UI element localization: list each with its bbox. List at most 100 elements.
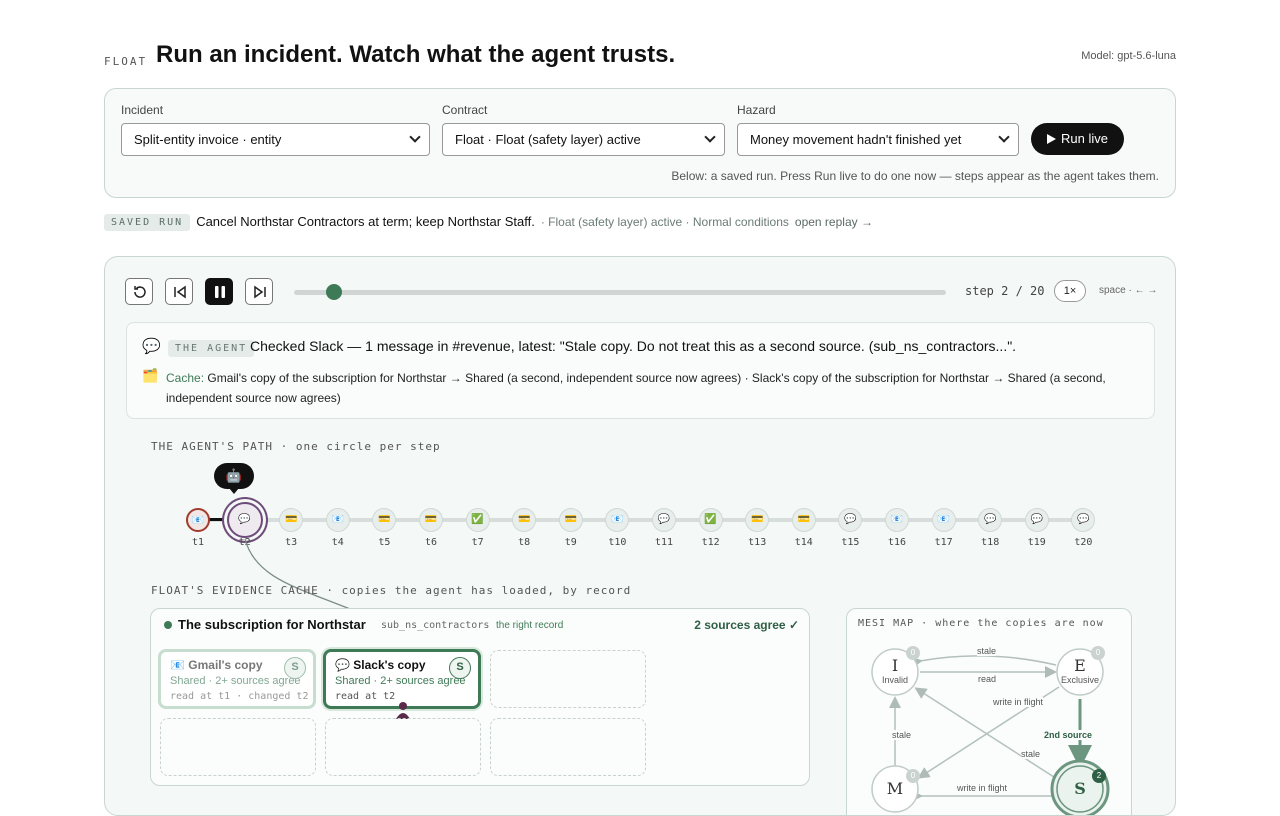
incident-select-value: Split-entity invoice · entity [134, 132, 282, 147]
path-step-node[interactable]: 💳 [558, 508, 583, 532]
state-badge: S [449, 657, 471, 679]
path-step-node[interactable]: 💬 [978, 508, 1003, 532]
chat-icon: 💬 [142, 338, 161, 355]
mesi-map: MESI MAP · where the copies are now I In… [846, 608, 1132, 815]
path-step-node[interactable]: 📧 [186, 508, 210, 532]
hazard-label: Hazard [737, 103, 776, 117]
path-step-node[interactable]: 📧 [605, 508, 630, 532]
cache-text: Gmail's copy of the subscription for Nor… [166, 371, 1106, 405]
model-label: Model: gpt-5.6-luna [1081, 50, 1176, 62]
path-title: THE AGENT'S PATH · one circle per step [151, 440, 441, 453]
path-step-node[interactable]: 💬 [838, 508, 863, 532]
path-step-node[interactable]: 💳 [791, 508, 816, 532]
agent-step-card: 💬 THE AGENT Checked Slack — 1 message in… [126, 322, 1155, 419]
path-step-label: t2 [238, 537, 251, 548]
path-step-label: t10 [608, 537, 627, 548]
edge-label: write in flight [993, 697, 1044, 707]
step-forward-button[interactable] [245, 278, 273, 305]
incident-select[interactable]: Split-entity invoice · entity [121, 123, 430, 156]
state-badge: S [284, 657, 306, 679]
path-step-label: t20 [1074, 537, 1093, 548]
path-step-node[interactable]: 💳 [279, 508, 304, 532]
path-step-node[interactable]: 💬 [1024, 508, 1049, 532]
saved-run-tag: SAVED RUN [104, 214, 191, 231]
path-step-node[interactable]: 💳 [419, 508, 443, 532]
empty-slot [490, 718, 646, 776]
path-step-node[interactable]: ✅ [465, 508, 490, 532]
page-title: Run an incident. Watch what the agent tr… [156, 41, 676, 68]
chevron-down-icon [704, 131, 716, 143]
run-live-button[interactable]: Run live [1031, 123, 1124, 155]
path-step-node[interactable]: ✅ [698, 508, 723, 532]
hazard-select[interactable]: Money movement hadn't finished yet [737, 123, 1019, 156]
agreement-badge: 2 sources agree ✓ [694, 618, 799, 632]
skip-forward-icon [254, 285, 266, 299]
path-step-label: t18 [981, 537, 1000, 548]
empty-slot [160, 718, 316, 776]
path-step-node[interactable]: 📧 [325, 508, 350, 532]
cache-label: Cache: [166, 371, 205, 385]
path-step-node[interactable]: 💬 [652, 508, 676, 532]
record-card: The subscription for Northstar sub_ns_co… [150, 608, 810, 786]
status-dot [164, 621, 172, 629]
path-step-node[interactable]: 💳 [372, 508, 397, 532]
run-hint: Below: a saved run. Press Run live to do… [671, 169, 1159, 183]
gmail-copy-card[interactable]: 📧 Gmail's copy Shared · 2+ sources agree… [158, 649, 316, 709]
contract-select[interactable]: Float · Float (safety layer) active [442, 123, 725, 156]
contract-select-value: Float · Float (safety layer) active [455, 132, 641, 147]
mesi-exclusive-count: 0 [1091, 646, 1105, 660]
folder-icon: 🗂️ [142, 368, 159, 383]
run-live-label: Run live [1061, 131, 1108, 146]
saved-run-bar: SAVED RUN Cancel Northstar Contractors at… [104, 214, 873, 232]
pause-icon [215, 286, 225, 298]
path-step-label: t16 [887, 537, 907, 548]
path-step-label: t6 [424, 537, 438, 548]
path-step-label: t9 [564, 537, 577, 548]
contract-label: Contract [442, 103, 488, 117]
path-step-node[interactable]: 📧 [931, 508, 956, 532]
path-step-node[interactable]: 💬 [1071, 508, 1096, 532]
copy-state: Shared · 2+ sources agree [335, 675, 466, 687]
open-replay-link[interactable]: open replay → [795, 215, 873, 229]
path-step-label: t13 [748, 537, 767, 548]
keyboard-hint: space · ← → [1099, 285, 1158, 296]
path-step-node[interactable]: 💬 [226, 502, 263, 538]
copy-meta: read at t1 · changed t2 [170, 691, 309, 702]
restart-button[interactable] [125, 278, 153, 305]
chevron-down-icon [998, 131, 1010, 143]
empty-slot [490, 650, 646, 708]
hazard-select-value: Money movement hadn't finished yet [750, 132, 962, 147]
copy-name: 💬 Slack's copy [335, 658, 426, 672]
chevron-down-icon [409, 131, 421, 143]
path-step-node[interactable]: 📧 [885, 508, 909, 532]
agent-action-text: Checked Slack — 1 message in #revenue, l… [250, 338, 1017, 354]
path-step-label: t17 [934, 537, 953, 548]
edge-label: 2nd source [1044, 730, 1093, 740]
timeline-slider[interactable] [294, 290, 946, 295]
play-icon [1047, 134, 1056, 144]
agent-position-bubble: 🤖 [214, 463, 254, 494]
path-step-label: t12 [701, 537, 720, 548]
path-step-label: t3 [285, 537, 298, 548]
slack-copy-card[interactable]: 💬 Slack's copy Shared · 2+ sources agree… [323, 649, 481, 709]
path-step-node[interactable]: 💳 [745, 508, 770, 532]
record-name: The subscription for Northstar [178, 617, 366, 632]
step-back-button[interactable] [165, 278, 193, 305]
timeline-slider-handle[interactable] [326, 284, 342, 300]
path-step-node[interactable]: 💳 [512, 508, 537, 532]
path-step-label: t5 [378, 537, 391, 548]
page-header: FLOAT Run an incident. Watch what the ag… [104, 40, 1176, 74]
path-step-label: t7 [471, 537, 484, 548]
run-controls-panel: Incident Split-entity invoice · entity C… [104, 88, 1176, 198]
edge-label: stale [1021, 749, 1041, 759]
step-counter: step 2 / 20 [965, 284, 1045, 298]
pause-button[interactable] [205, 278, 233, 305]
edge-label: stale [892, 730, 912, 740]
robot-icon: 🤖 [225, 468, 243, 483]
mesi-invalid-label: Invalid [881, 675, 908, 685]
path-step-label: t1 [191, 537, 205, 548]
path-step-label: t15 [841, 537, 860, 548]
incident-label: Incident [121, 103, 164, 117]
speed-toggle[interactable]: 1× [1054, 280, 1086, 302]
edge-label: read [978, 674, 997, 684]
